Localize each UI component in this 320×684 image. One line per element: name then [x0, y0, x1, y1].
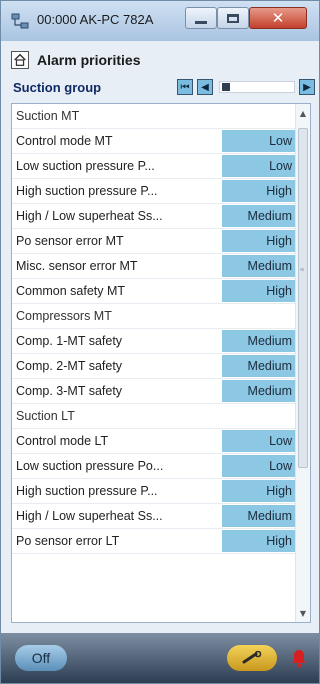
alarm-label: Low suction pressure P...	[16, 159, 155, 173]
alarm-row[interactable]: High suction pressure P... High	[12, 479, 296, 504]
scroll-down-icon[interactable]: ▼	[296, 606, 310, 620]
wrench-icon	[242, 651, 262, 664]
alarm-row[interactable]: High / Low superheat Ss... Medium	[12, 504, 296, 529]
skip-first-icon: ⏮	[180, 81, 190, 93]
network-icon	[11, 13, 29, 29]
maximize-button[interactable]	[217, 7, 249, 29]
section-header: Suction LT	[12, 404, 296, 429]
section-title: Compressors MT	[16, 309, 112, 323]
alarm-row[interactable]: Misc. sensor error MT Medium	[12, 254, 296, 279]
priority-value[interactable]: High	[222, 230, 296, 252]
scrollbar-thumb[interactable]	[298, 128, 308, 468]
scrollbar[interactable]: ▲ ≡ ▼	[295, 104, 310, 622]
priority-value[interactable]: Medium	[222, 330, 296, 352]
footer-bar: Off	[1, 633, 319, 683]
alarm-label: Comp. 3-MT safety	[16, 384, 123, 398]
section-header: Suction MT	[12, 104, 296, 129]
minimize-button[interactable]	[185, 7, 217, 29]
section-header: Compressors MT	[12, 304, 296, 329]
chevron-right-icon: ▶	[303, 81, 311, 93]
alarm-label: High / Low superheat Ss...	[16, 209, 163, 223]
close-icon: ✕	[271, 8, 285, 27]
alarm-row[interactable]: High / Low superheat Ss... Medium	[12, 204, 296, 229]
alarm-label: High suction pressure P...	[16, 484, 158, 498]
priority-value[interactable]: High	[222, 530, 296, 552]
priority-value[interactable]: High	[222, 180, 296, 202]
priority-value[interactable]: High	[222, 480, 296, 502]
off-label: Off	[31, 650, 51, 666]
home-icon[interactable]	[11, 51, 29, 69]
window-title: 00:000 AK-PC 782A	[37, 12, 154, 27]
alarm-label: Comp. 2-MT safety	[16, 359, 123, 373]
page-header: Alarm priorities	[7, 49, 315, 73]
priority-value[interactable]: Medium	[222, 380, 296, 402]
app-window: 00:000 AK-PC 782A ✕ Alarm priorities Suc…	[0, 0, 320, 684]
alarm-row[interactable]: Common safety MT High	[12, 279, 296, 304]
maximize-icon	[227, 13, 239, 23]
alarm-bell-icon[interactable]	[289, 647, 309, 669]
alarm-list: Suction MT Control mode MT Low Low suction …	[11, 103, 311, 623]
grip-icon: ≡	[300, 267, 305, 274]
close-button[interactable]: ✕	[249, 7, 307, 29]
alarm-row[interactable]: High suction pressure P... High	[12, 179, 296, 204]
alarm-label: Po sensor error MT	[16, 234, 124, 248]
first-group-button[interactable]: ⏮	[177, 79, 193, 95]
priority-value[interactable]: Medium	[222, 355, 296, 377]
alarm-label: Control mode LT	[16, 434, 109, 448]
group-slider[interactable]	[219, 81, 295, 93]
alarm-label: Misc. sensor error MT	[16, 259, 138, 273]
alarm-row[interactable]: Comp. 2-MT safety Medium	[12, 354, 296, 379]
chevron-left-icon: ◀	[201, 81, 209, 93]
alarm-row[interactable]: Control mode MT Low	[12, 129, 296, 154]
service-button[interactable]	[227, 645, 277, 671]
scroll-up-icon[interactable]: ▲	[296, 106, 310, 120]
alarm-row[interactable]: Low suction pressure Po... Low	[12, 454, 296, 479]
page-title: Alarm priorities	[37, 52, 141, 68]
group-navigator: Suction group ⏮ ◀ ▶	[11, 77, 315, 99]
priority-value[interactable]: Low	[222, 430, 296, 452]
alarm-label: High suction pressure P...	[16, 184, 158, 198]
title-bar[interactable]: 00:000 AK-PC 782A ✕	[1, 1, 319, 41]
alarm-label: Low suction pressure Po...	[16, 459, 164, 473]
section-title: Suction LT	[16, 409, 75, 423]
minimize-icon	[195, 20, 207, 24]
alarm-row[interactable]: Control mode LT Low	[12, 429, 296, 454]
alarm-label: Comp. 1-MT safety	[16, 334, 123, 348]
alarm-row[interactable]: Low suction pressure P... Low	[12, 154, 296, 179]
alarm-label: Common safety MT	[16, 284, 126, 298]
alarm-rows: Suction MT Control mode MT Low Low suction …	[12, 104, 296, 554]
group-slider-thumb[interactable]	[222, 83, 230, 91]
priority-value[interactable]: Low	[222, 455, 296, 477]
priority-value[interactable]: Medium	[222, 205, 296, 227]
off-button[interactable]: Off	[15, 645, 67, 671]
section-title: Suction MT	[16, 109, 80, 123]
alarm-row[interactable]: Po sensor error MT High	[12, 229, 296, 254]
next-group-button[interactable]: ▶	[299, 79, 315, 95]
alarm-row[interactable]: Comp. 3-MT safety Medium	[12, 379, 296, 404]
alarm-row[interactable]: Comp. 1-MT safety Medium	[12, 329, 296, 354]
alarm-label: High / Low superheat Ss...	[16, 509, 163, 523]
group-label: Suction group	[13, 80, 102, 95]
prev-group-button[interactable]: ◀	[197, 79, 213, 95]
priority-value[interactable]: Low	[222, 155, 296, 177]
priority-value[interactable]: High	[222, 280, 296, 302]
alarm-label: Control mode MT	[16, 134, 113, 148]
priority-value[interactable]: Medium	[222, 505, 296, 527]
priority-value[interactable]: Medium	[222, 255, 296, 277]
alarm-label: Po sensor error LT	[16, 534, 120, 548]
alarm-row[interactable]: Po sensor error LT High	[12, 529, 296, 554]
priority-value[interactable]: Low	[222, 130, 296, 152]
